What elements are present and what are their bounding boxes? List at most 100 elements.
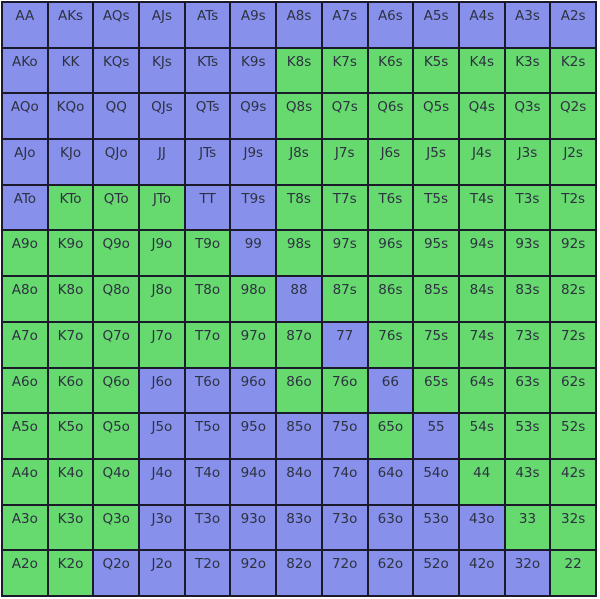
hand-cell[interactable]: 54o	[414, 459, 458, 504]
hand-cell[interactable]: AQs	[94, 3, 139, 47]
hand-cell[interactable]: KJs	[140, 48, 184, 93]
hand-cell[interactable]: 53o	[414, 505, 458, 550]
hand-cell[interactable]: 95s	[414, 231, 458, 276]
hand-cell[interactable]: 54s	[459, 414, 504, 458]
hand-cell[interactable]: QTs	[185, 94, 230, 139]
hand-cell[interactable]: TT	[185, 185, 230, 230]
hand-cell[interactable]: A2o	[3, 551, 47, 595]
hand-cell[interactable]: K2s	[551, 48, 595, 93]
hand-cell[interactable]: K4s	[459, 48, 504, 93]
hand-cell[interactable]: 85o	[277, 414, 321, 458]
hand-cell[interactable]: 86o	[277, 368, 321, 413]
hand-cell[interactable]: KK	[48, 48, 93, 93]
hand-cell[interactable]: Q9o	[94, 231, 139, 276]
hand-cell[interactable]: 63o	[368, 505, 413, 550]
hand-cell[interactable]: T7o	[185, 322, 230, 367]
hand-cell[interactable]: QJs	[140, 94, 184, 139]
hand-cell[interactable]: 97o	[231, 322, 276, 367]
hand-cell[interactable]: A9o	[3, 231, 47, 276]
hand-cell[interactable]: 85s	[414, 277, 458, 321]
hand-cell[interactable]: J2o	[140, 551, 184, 595]
hand-cell[interactable]: 75s	[414, 322, 458, 367]
hand-cell[interactable]: A6s	[368, 3, 413, 47]
hand-cell[interactable]: 43s	[505, 459, 550, 504]
hand-cell[interactable]: Q9s	[231, 94, 276, 139]
hand-cell[interactable]: K7o	[48, 322, 93, 367]
hand-cell[interactable]: J6o	[140, 368, 184, 413]
hand-cell[interactable]: K8o	[48, 277, 93, 321]
hand-cell[interactable]: JJ	[140, 140, 184, 184]
hand-cell[interactable]: 63s	[505, 368, 550, 413]
hand-cell[interactable]: 94s	[459, 231, 504, 276]
hand-cell[interactable]: 86s	[368, 277, 413, 321]
hand-cell[interactable]: T8o	[185, 277, 230, 321]
hand-cell[interactable]: 97s	[322, 231, 367, 276]
hand-cell[interactable]: 98s	[277, 231, 321, 276]
hand-cell[interactable]: T9o	[185, 231, 230, 276]
hand-cell[interactable]: K5o	[48, 414, 93, 458]
hand-cell[interactable]: T3o	[185, 505, 230, 550]
hand-cell[interactable]: 62s	[551, 368, 595, 413]
hand-cell[interactable]: 93o	[231, 505, 276, 550]
hand-cell[interactable]: 42s	[551, 459, 595, 504]
hand-cell[interactable]: A6o	[3, 368, 47, 413]
hand-cell[interactable]: QTo	[94, 185, 139, 230]
hand-cell[interactable]: 96s	[368, 231, 413, 276]
hand-cell[interactable]: AJs	[140, 3, 184, 47]
hand-cell[interactable]: Q2o	[94, 551, 139, 595]
hand-cell[interactable]: KTo	[48, 185, 93, 230]
hand-cell[interactable]: 72o	[322, 551, 367, 595]
hand-cell[interactable]: K4o	[48, 459, 93, 504]
hand-cell[interactable]: KJo	[48, 140, 93, 184]
hand-cell[interactable]: Q5s	[414, 94, 458, 139]
hand-cell[interactable]: A7s	[322, 3, 367, 47]
hand-cell[interactable]: 52s	[551, 414, 595, 458]
hand-cell[interactable]: QJo	[94, 140, 139, 184]
hand-cell[interactable]: 42o	[459, 551, 504, 595]
hand-cell[interactable]: 82s	[551, 277, 595, 321]
hand-cell[interactable]: 53s	[505, 414, 550, 458]
hand-cell[interactable]: 87o	[277, 322, 321, 367]
hand-cell[interactable]: KTs	[185, 48, 230, 93]
hand-cell[interactable]: A4o	[3, 459, 47, 504]
hand-cell[interactable]: A8o	[3, 277, 47, 321]
hand-cell[interactable]: J5o	[140, 414, 184, 458]
hand-cell[interactable]: K3o	[48, 505, 93, 550]
hand-cell[interactable]: T2s	[551, 185, 595, 230]
hand-cell[interactable]: J3o	[140, 505, 184, 550]
hand-cell[interactable]: A2s	[551, 3, 595, 47]
hand-cell[interactable]: A4s	[459, 3, 504, 47]
hand-cell[interactable]: 77	[322, 322, 367, 367]
hand-cell[interactable]: 82o	[277, 551, 321, 595]
hand-cell[interactable]: 76o	[322, 368, 367, 413]
hand-cell[interactable]: K5s	[414, 48, 458, 93]
hand-cell[interactable]: 72s	[551, 322, 595, 367]
hand-cell[interactable]: T3s	[505, 185, 550, 230]
hand-cell[interactable]: 44	[459, 459, 504, 504]
hand-cell[interactable]: 92o	[231, 551, 276, 595]
hand-cell[interactable]: 84o	[277, 459, 321, 504]
hand-cell[interactable]: K8s	[277, 48, 321, 93]
hand-cell[interactable]: ATo	[3, 185, 47, 230]
hand-cell[interactable]: J9s	[231, 140, 276, 184]
hand-cell[interactable]: T5s	[414, 185, 458, 230]
hand-cell[interactable]: J4s	[459, 140, 504, 184]
hand-cell[interactable]: T4o	[185, 459, 230, 504]
hand-cell[interactable]: Q6o	[94, 368, 139, 413]
hand-cell[interactable]: 73o	[322, 505, 367, 550]
hand-cell[interactable]: K7s	[322, 48, 367, 93]
hand-cell[interactable]: K3s	[505, 48, 550, 93]
hand-cell[interactable]: 92s	[551, 231, 595, 276]
hand-cell[interactable]: 65o	[368, 414, 413, 458]
hand-cell[interactable]: KQo	[48, 94, 93, 139]
hand-cell[interactable]: J4o	[140, 459, 184, 504]
hand-cell[interactable]: AKo	[3, 48, 47, 93]
hand-cell[interactable]: J7o	[140, 322, 184, 367]
hand-cell[interactable]: 64o	[368, 459, 413, 504]
hand-cell[interactable]: 96o	[231, 368, 276, 413]
hand-cell[interactable]: AQo	[3, 94, 47, 139]
hand-cell[interactable]: 88	[277, 277, 321, 321]
hand-cell[interactable]: AJo	[3, 140, 47, 184]
hand-cell[interactable]: 98o	[231, 277, 276, 321]
hand-cell[interactable]: J8o	[140, 277, 184, 321]
